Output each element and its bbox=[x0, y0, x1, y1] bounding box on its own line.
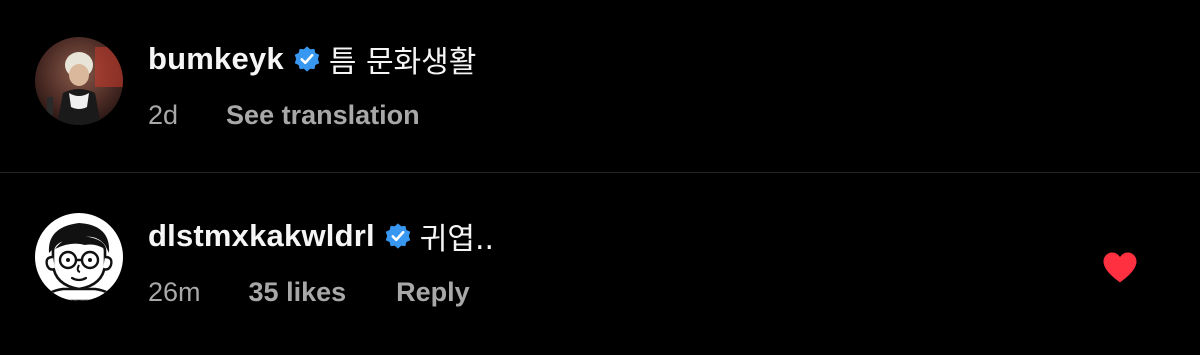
comment-header: bumkeyk 틈 문화생활 bbox=[148, 39, 477, 80]
see-translation-button[interactable]: See translation bbox=[226, 100, 420, 131]
avatar[interactable] bbox=[35, 213, 123, 301]
timestamp: 26m bbox=[148, 276, 201, 307]
heart-filled-icon[interactable] bbox=[1102, 251, 1138, 284]
comment-text: 틈 문화생활 bbox=[328, 45, 477, 80]
verified-badge-icon bbox=[294, 46, 320, 72]
comment-meta: 26m 35 likes Reply bbox=[148, 275, 470, 309]
avatar-photo-image bbox=[35, 37, 123, 125]
comment-item bbox=[0, 173, 1200, 355]
comment-text: 귀엽.. bbox=[419, 222, 495, 257]
username[interactable]: bumkeyk bbox=[148, 41, 284, 77]
comment-meta: 2d See translation bbox=[148, 98, 420, 132]
comment-header: dlstmxkakwldrl 귀엽.. bbox=[148, 216, 495, 257]
avatar[interactable] bbox=[35, 37, 123, 125]
reply-button[interactable]: Reply bbox=[396, 277, 470, 308]
likes-count-button[interactable]: 35 likes bbox=[249, 277, 347, 308]
comment-item: bumkeyk 틈 문화생활 2d See translation bbox=[0, 0, 1200, 172]
username[interactable]: dlstmxkakwldrl bbox=[148, 218, 375, 254]
timestamp: 2d bbox=[148, 99, 179, 130]
verified-badge-icon bbox=[385, 223, 411, 249]
avatar-cartoon-image bbox=[35, 213, 123, 301]
